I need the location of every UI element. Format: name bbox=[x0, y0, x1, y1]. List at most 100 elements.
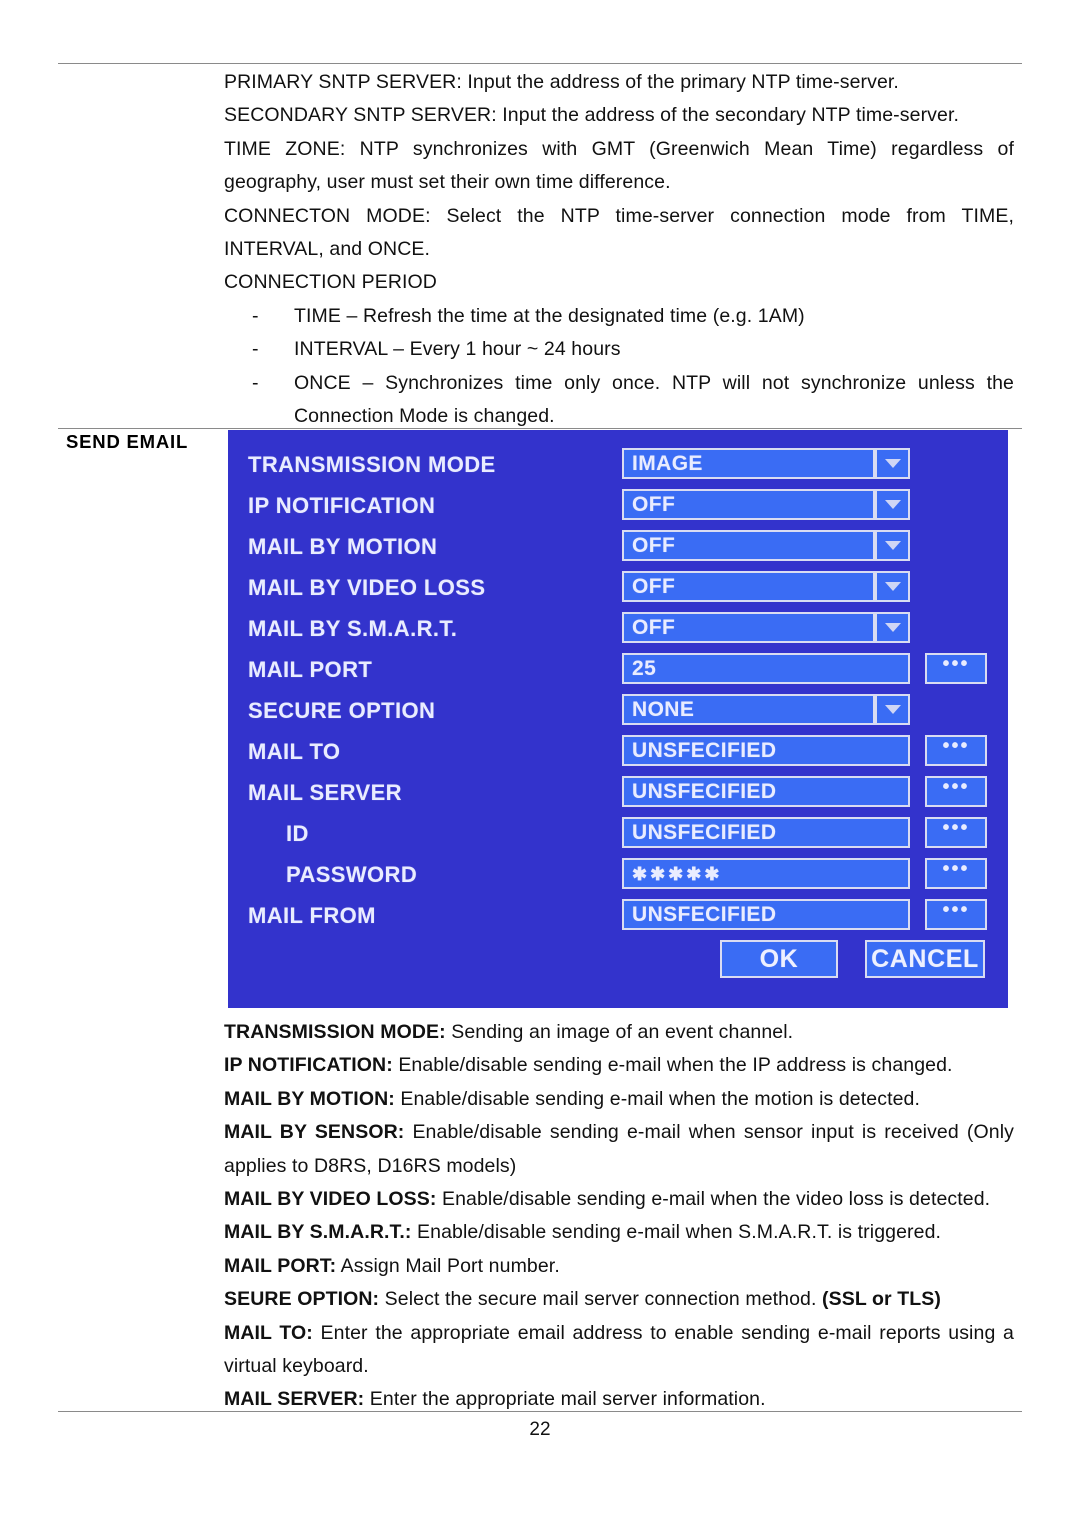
dropdown-field[interactable]: OFF bbox=[622, 571, 875, 602]
dialog-row: PASSWORD ✱✱✱✱✱ ••• bbox=[228, 856, 1008, 897]
description-term: SEURE OPTION: bbox=[224, 1288, 380, 1311]
triangle-down-glyph bbox=[884, 541, 901, 550]
bullet-dash: - bbox=[252, 371, 259, 394]
description-term: MAIL BY SENSOR: bbox=[224, 1121, 405, 1144]
ellipsis-icon: ••• bbox=[942, 898, 970, 921]
description-paragraph: MAIL BY S.M.A.R.T.: Enable/disable sendi… bbox=[224, 1216, 1014, 1249]
page-number: 22 bbox=[529, 1419, 551, 1440]
browse-button[interactable]: ••• bbox=[925, 899, 987, 930]
text-field[interactable]: UNSFECIFIED bbox=[622, 899, 910, 930]
description-paragraph: IP NOTIFICATION: Enable/disable sending … bbox=[224, 1049, 1014, 1082]
field-value: UNSFECIFIED bbox=[632, 780, 777, 803]
document-page: PRIMARY SNTP SERVER: Input the address o… bbox=[0, 0, 1080, 1527]
dialog-row-label: MAIL BY VIDEO LOSS bbox=[248, 575, 486, 600]
dialog-settings-rows: TRANSMISSION MODE IMAGE IP NOTIFICATION OFF… bbox=[228, 446, 1008, 938]
dropdown-field[interactable]: IMAGE bbox=[622, 448, 875, 479]
field-value: NONE bbox=[632, 698, 695, 721]
dialog-row: MAIL BY S.M.A.R.T. OFF bbox=[228, 610, 1008, 651]
ellipsis-icon: ••• bbox=[942, 816, 970, 839]
dropdown-field[interactable]: NONE bbox=[622, 694, 875, 725]
dialog-row-label: MAIL SERVER bbox=[248, 780, 402, 805]
description-term: TRANSMISSION MODE: bbox=[224, 1021, 446, 1043]
dropdown-field[interactable]: OFF bbox=[622, 530, 875, 561]
ntp-description-block: PRIMARY SNTP SERVER: Input the address o… bbox=[224, 66, 1014, 433]
dialog-row: ID UNSFECIFIED ••• bbox=[228, 815, 1008, 856]
description-paragraph: MAIL TO: Enter the appropriate email add… bbox=[224, 1317, 1014, 1384]
ellipsis-icon: ••• bbox=[942, 652, 970, 675]
dialog-row-label: MAIL FROM bbox=[248, 903, 376, 928]
list-item: - ONCE – Synchronizes time only once. NT… bbox=[224, 367, 1014, 434]
ellipsis-icon: ••• bbox=[942, 734, 970, 757]
dialog-row-label: MAIL PORT bbox=[248, 657, 373, 682]
browse-button[interactable]: ••• bbox=[925, 858, 987, 889]
bullet-dash: - bbox=[252, 304, 259, 327]
header-rule bbox=[58, 63, 1022, 64]
paragraph-secondary-sntp: SECONDARY SNTP SERVER: Input the address… bbox=[224, 104, 959, 127]
text-field[interactable]: 25 bbox=[622, 653, 910, 684]
description-term-tail: (SSL or TLS) bbox=[822, 1288, 941, 1311]
description-term: IP NOTIFICATION: bbox=[224, 1054, 393, 1077]
chevron-down-icon[interactable] bbox=[875, 612, 910, 643]
description-paragraph: TRANSMISSION MODE: Sending an image of a… bbox=[224, 1016, 1014, 1049]
chevron-down-icon[interactable] bbox=[875, 571, 910, 602]
paragraph-connecton-mode: CONNECTON MODE: Select the NTP time-serv… bbox=[224, 204, 1014, 261]
dialog-row-label: MAIL BY MOTION bbox=[248, 534, 438, 559]
description-text: Enable/disable sending e-mail when the m… bbox=[394, 1087, 920, 1110]
dropdown-field[interactable]: OFF bbox=[622, 489, 875, 520]
field-value: UNSFECIFIED bbox=[632, 739, 777, 762]
text-field[interactable]: ✱✱✱✱✱ bbox=[622, 858, 910, 889]
description-paragraph: SEURE OPTION: Select the secure mail ser… bbox=[224, 1283, 1014, 1316]
cancel-button[interactable]: CANCEL bbox=[865, 940, 985, 978]
list-item-label: TIME – Refresh the time at the designate… bbox=[294, 304, 805, 327]
list-item-label: ONCE – Synchronizes time only once. NTP … bbox=[294, 371, 1014, 428]
description-text: Assign Mail Port number. bbox=[336, 1254, 560, 1277]
dialog-row: IP NOTIFICATION OFF bbox=[228, 487, 1008, 528]
dialog-row: MAIL BY MOTION OFF bbox=[228, 528, 1008, 569]
send-email-description-block: TRANSMISSION MODE: Sending an image of a… bbox=[224, 1016, 1014, 1417]
dialog-row-label: SECURE OPTION bbox=[248, 698, 436, 723]
triangle-down-glyph bbox=[884, 582, 901, 591]
description-text: Enter the appropriate mail server inform… bbox=[364, 1388, 766, 1411]
ok-button[interactable]: OK bbox=[720, 940, 838, 978]
description-text: Select the secure mail server connection… bbox=[379, 1288, 823, 1311]
field-value: OFF bbox=[632, 534, 676, 557]
dialog-row: MAIL SERVER UNSFECIFIED ••• bbox=[228, 774, 1008, 815]
triangle-down-glyph bbox=[884, 705, 901, 714]
field-value: UNSFECIFIED bbox=[632, 821, 777, 844]
dialog-row-label: TRANSMISSION MODE bbox=[248, 452, 496, 477]
chevron-down-icon[interactable] bbox=[875, 448, 910, 479]
description-paragraph: MAIL PORT: Assign Mail Port number. bbox=[224, 1250, 1014, 1283]
bullet-dash: - bbox=[252, 338, 259, 361]
ellipsis-icon: ••• bbox=[942, 775, 970, 798]
triangle-down-glyph bbox=[884, 500, 901, 509]
dialog-row-label: PASSWORD bbox=[286, 862, 418, 887]
browse-button[interactable]: ••• bbox=[925, 776, 987, 807]
text-field[interactable]: UNSFECIFIED bbox=[622, 776, 910, 807]
field-value: OFF bbox=[632, 575, 676, 598]
dialog-row-label: MAIL BY S.M.A.R.T. bbox=[248, 616, 458, 641]
send-email-dialog: TRANSMISSION MODE IMAGE IP NOTIFICATION OFF… bbox=[228, 430, 1008, 1008]
browse-button[interactable]: ••• bbox=[925, 817, 987, 848]
dialog-row: MAIL FROM UNSFECIFIED ••• bbox=[228, 897, 1008, 938]
text-field[interactable]: UNSFECIFIED bbox=[622, 817, 910, 848]
chevron-down-icon[interactable] bbox=[875, 530, 910, 561]
description-term: MAIL TO: bbox=[224, 1321, 313, 1344]
browse-button[interactable]: ••• bbox=[925, 653, 987, 684]
description-text: Enable/disable sending e-mail when the I… bbox=[392, 1054, 953, 1077]
description-term: MAIL SERVER: bbox=[224, 1388, 365, 1411]
browse-button[interactable]: ••• bbox=[925, 735, 987, 766]
dropdown-field[interactable]: OFF bbox=[622, 612, 875, 643]
description-paragraph: MAIL BY SENSOR: Enable/disable sending e… bbox=[224, 1116, 1014, 1183]
connection-period-list: - TIME – Refresh the time at the designa… bbox=[224, 300, 1014, 434]
list-item-label: INTERVAL – Every 1 hour ~ 24 hours bbox=[294, 338, 621, 361]
chevron-down-icon[interactable] bbox=[875, 489, 910, 520]
field-value: OFF bbox=[632, 616, 676, 639]
dialog-row-label: ID bbox=[286, 821, 309, 846]
section-label-send-email: SEND EMAIL bbox=[66, 431, 189, 452]
field-value: ✱✱✱✱✱ bbox=[632, 863, 723, 884]
text-field[interactable]: UNSFECIFIED bbox=[622, 735, 910, 766]
chevron-down-icon[interactable] bbox=[875, 694, 910, 725]
description-paragraph: MAIL SERVER: Enter the appropriate mail … bbox=[224, 1383, 1014, 1416]
description-text: Sending an image of an event channel. bbox=[445, 1021, 794, 1043]
description-paragraph: MAIL BY VIDEO LOSS: Enable/disable sendi… bbox=[224, 1183, 1014, 1216]
